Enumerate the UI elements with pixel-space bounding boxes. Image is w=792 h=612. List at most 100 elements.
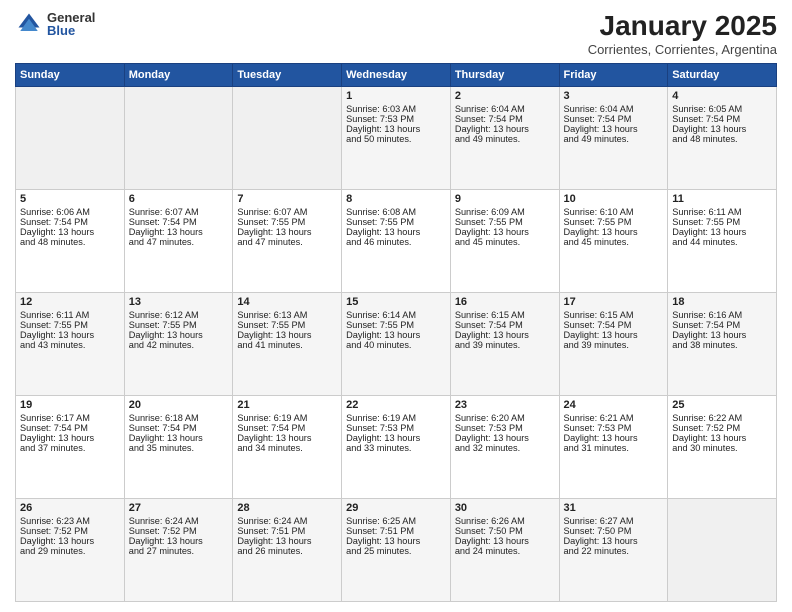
day-info: Sunset: 7:54 PM [20,423,120,433]
day-info: and 48 minutes. [20,237,120,247]
day-info: Daylight: 13 hours [564,433,664,443]
calendar-cell: 13Sunrise: 6:12 AMSunset: 7:55 PMDayligh… [124,293,233,396]
day-info: Sunset: 7:54 PM [455,320,555,330]
day-info: Sunrise: 6:15 AM [455,310,555,320]
day-info: Daylight: 13 hours [564,124,664,134]
calendar-cell: 16 Sunrise: 6:15 AMSunset: 7:54 PMDayligh… [450,293,559,396]
day-info: Daylight: 13 hours [237,330,337,340]
day-info: and 49 minutes. [564,134,664,144]
calendar-body: 1Sunrise: 6:03 AMSunset: 7:53 PMDaylight… [16,87,777,602]
day-info: Sunrise: 6:21 AM [564,413,664,423]
day-info: and 43 minutes. [20,340,120,350]
day-info: Daylight: 13 hours [564,536,664,546]
day-number: 30 [455,502,555,514]
day-info: Sunrise: 6:27 AM [564,516,664,526]
day-info: and 39 minutes. [455,340,555,350]
calendar-cell: 17Sunrise: 6:15 AMSunset: 7:54 PMDayligh… [559,293,668,396]
day-number: 1 [346,90,446,102]
calendar-cell: 27Sunrise: 6:24 AMSunset: 7:52 PMDayligh… [124,499,233,602]
day-info: Sunset: 7:55 PM [237,320,337,330]
title-block: January 2025 Corrientes, Corrientes, Arg… [588,10,777,57]
calendar-cell: 28Sunrise: 6:24 AMSunset: 7:51 PMDayligh… [233,499,342,602]
day-info: Sunrise: 6:07 AM [129,207,229,217]
day-info: Daylight: 13 hours [20,433,120,443]
day-info: Daylight: 13 hours [129,227,229,237]
day-info: Sunrise: 6:08 AM [346,207,446,217]
day-info: and 44 minutes. [672,237,772,247]
day-info: Daylight: 13 hours [455,330,555,340]
day-info: Sunrise: 6:19 AM [237,413,337,423]
day-info: and 37 minutes. [20,443,120,453]
day-info: Daylight: 13 hours [237,433,337,443]
day-info: and 26 minutes. [237,546,337,556]
day-info: Sunrise: 6:11 AM [672,207,772,217]
day-number: 2 [455,90,555,102]
day-info: and 42 minutes. [129,340,229,350]
logo-blue: Blue [47,24,95,37]
day-info: Sunrise: 6:23 AM [20,516,120,526]
main-title: January 2025 [588,10,777,42]
calendar-cell: 31Sunrise: 6:27 AMSunset: 7:50 PMDayligh… [559,499,668,602]
day-info: Sunrise: 6:16 AM [672,310,772,320]
calendar-cell: 15Sunrise: 6:14 AMSunset: 7:55 PMDayligh… [342,293,451,396]
calendar-cell: 1Sunrise: 6:03 AMSunset: 7:53 PMDaylight… [342,87,451,190]
header-day: Wednesday [342,64,451,87]
calendar-cell: 29Sunrise: 6:25 AMSunset: 7:51 PMDayligh… [342,499,451,602]
calendar-cell: 5Sunrise: 6:06 AMSunset: 7:54 PMDaylight… [16,190,125,293]
logo-text: General Blue [47,11,95,37]
day-info: and 48 minutes. [672,134,772,144]
calendar-header: SundayMondayTuesdayWednesdayThursdayFrid… [16,64,777,87]
day-info: and 50 minutes. [346,134,446,144]
day-info: and 46 minutes. [346,237,446,247]
day-info: and 45 minutes. [455,237,555,247]
day-number: 6 [129,193,229,205]
day-info: Sunrise: 6:22 AM [672,413,772,423]
day-number: 7 [237,193,337,205]
calendar-cell: 19Sunrise: 6:17 AMSunset: 7:54 PMDayligh… [16,396,125,499]
header-day: Sunday [16,64,125,87]
day-info: Daylight: 13 hours [672,433,772,443]
day-number: 8 [346,193,446,205]
day-info: Sunrise: 6:19 AM [346,413,446,423]
day-info: Daylight: 13 hours [455,227,555,237]
day-info: and 47 minutes. [237,237,337,247]
day-number: 16 [455,296,555,308]
day-info: Sunset: 7:53 PM [564,423,664,433]
header-day: Friday [559,64,668,87]
day-number: 18 [672,296,772,308]
day-info: Daylight: 13 hours [346,536,446,546]
day-info: and 39 minutes. [564,340,664,350]
day-info: and 29 minutes. [20,546,120,556]
day-info: Sunset: 7:55 PM [672,217,772,227]
calendar-cell: 22Sunrise: 6:19 AMSunset: 7:53 PMDayligh… [342,396,451,499]
day-info: Sunset: 7:55 PM [346,217,446,227]
calendar-cell: 2Sunrise: 6:04 AMSunset: 7:54 PMDaylight… [450,87,559,190]
calendar-cell: 11Sunrise: 6:11 AMSunset: 7:55 PMDayligh… [668,190,777,293]
logo-icon [15,10,43,38]
calendar-row: 1Sunrise: 6:03 AMSunset: 7:53 PMDaylight… [16,87,777,190]
calendar-cell: 30Sunrise: 6:26 AMSunset: 7:50 PMDayligh… [450,499,559,602]
day-number: 27 [129,502,229,514]
day-info: Sunset: 7:55 PM [346,320,446,330]
day-info: Sunset: 7:53 PM [346,114,446,124]
calendar-cell: 18Sunrise: 6:16 AMSunset: 7:54 PMDayligh… [668,293,777,396]
day-info: Sunrise: 6:14 AM [346,310,446,320]
day-info: Sunrise: 6:24 AM [129,516,229,526]
day-info: Sunset: 7:55 PM [455,217,555,227]
day-info: Daylight: 13 hours [346,124,446,134]
calendar: SundayMondayTuesdayWednesdayThursdayFrid… [15,63,777,602]
calendar-cell: 25Sunrise: 6:22 AMSunset: 7:52 PMDayligh… [668,396,777,499]
day-number: 31 [564,502,664,514]
day-number: 22 [346,399,446,411]
day-info: Daylight: 13 hours [129,536,229,546]
header-row: SundayMondayTuesdayWednesdayThursdayFrid… [16,64,777,87]
day-info: Sunrise: 6:09 AM [455,207,555,217]
calendar-cell: 12Sunrise: 6:11 AMSunset: 7:55 PMDayligh… [16,293,125,396]
calendar-cell: 26Sunrise: 6:23 AMSunset: 7:52 PMDayligh… [16,499,125,602]
day-info: Sunrise: 6:18 AM [129,413,229,423]
day-info: and 32 minutes. [455,443,555,453]
day-info: Sunset: 7:54 PM [672,320,772,330]
day-info: Sunrise: 6:04 AM [564,104,664,114]
calendar-cell: 23Sunrise: 6:20 AMSunset: 7:53 PMDayligh… [450,396,559,499]
day-number: 3 [564,90,664,102]
